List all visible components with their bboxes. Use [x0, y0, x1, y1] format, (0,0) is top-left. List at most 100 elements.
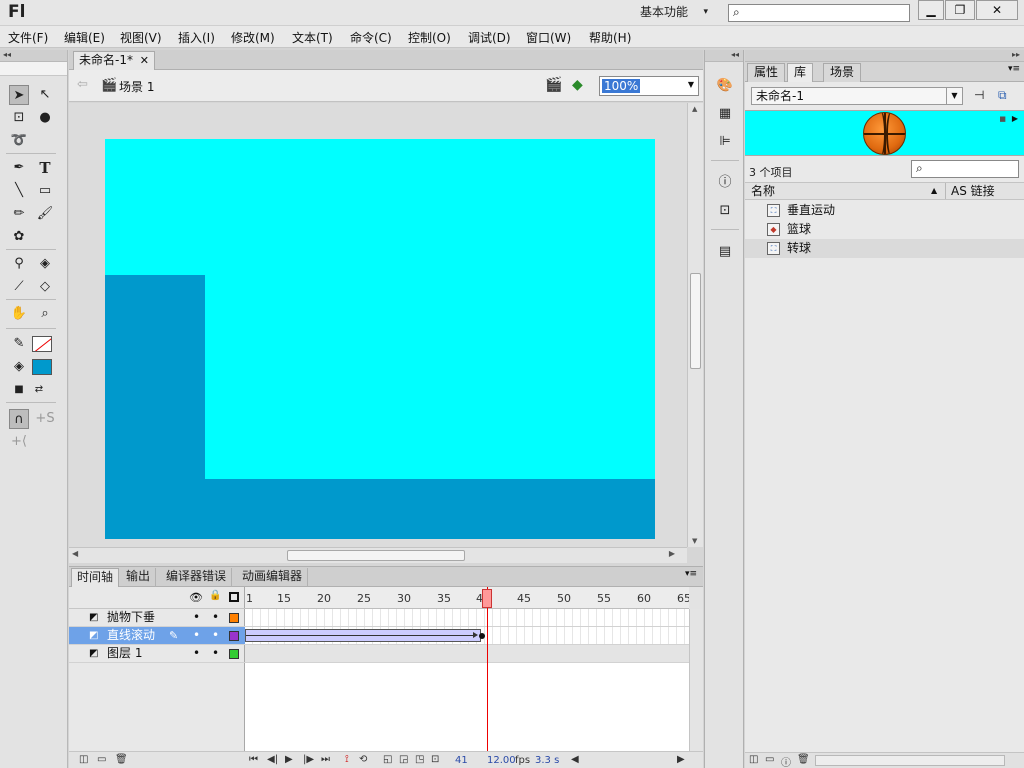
previous-frame-icon[interactable]: ◀| — [267, 754, 278, 765]
layer-color-swatch[interactable] — [229, 649, 239, 659]
lock-dot[interactable]: • — [212, 609, 219, 626]
loop-icon[interactable]: ⟲ — [359, 754, 367, 765]
scroll-left-icon[interactable]: ◀ — [72, 549, 78, 558]
tab-scene[interactable]: 场景 — [823, 63, 862, 82]
bone-tool-icon[interactable]: ⚲ — [9, 254, 29, 274]
edit-multiple-frames-icon[interactable]: ◳ — [415, 754, 424, 765]
new-layer-icon[interactable]: ◫ — [79, 754, 88, 765]
playhead[interactable] — [482, 589, 492, 608]
menu-text[interactable]: 文本(T) — [292, 29, 333, 46]
frame-grid[interactable]: 1 15 20 25 30 35 40 45 50 55 60 65 — [245, 587, 689, 751]
menu-edit[interactable]: 编辑(E) — [64, 29, 105, 46]
scroll-right-icon[interactable]: ▶ — [677, 754, 685, 765]
pasteboard[interactable] — [69, 103, 687, 547]
modify-markers-icon[interactable]: ⊡ — [431, 754, 439, 765]
layer-color-swatch[interactable] — [229, 613, 239, 623]
stage[interactable] — [105, 139, 655, 539]
delete-icon[interactable]: 🗑 — [797, 754, 810, 765]
menu-file[interactable]: 文件(F) — [8, 29, 48, 46]
column-divider[interactable] — [945, 183, 946, 199]
collapse-icon[interactable]: ◂◂ — [0, 50, 67, 62]
align-panel-icon[interactable]: ⊫ — [715, 132, 735, 152]
tab-motion-editor[interactable]: 动画编辑器 — [237, 568, 309, 587]
delete-layer-icon[interactable]: 🗑 — [115, 754, 128, 765]
lock-icon[interactable]: 🔒 — [209, 590, 221, 601]
free-transform-tool-icon[interactable]: ⊡ — [9, 108, 29, 128]
stroke-color-swatch[interactable] — [32, 336, 52, 352]
library-search-input[interactable]: ⌕ — [911, 160, 1019, 178]
first-frame-icon[interactable]: ⏮ — [249, 754, 258, 765]
back-arrow-icon[interactable]: ⇦ — [77, 77, 88, 92]
tab-properties[interactable]: 属性 — [747, 63, 786, 82]
edit-scene-icon[interactable]: 🎬 — [545, 77, 562, 93]
smooth-icon[interactable]: +S — [35, 409, 55, 429]
visibility-dot[interactable]: • — [193, 609, 200, 626]
info-panel-icon[interactable]: ⓘ — [715, 173, 735, 193]
scroll-right-icon[interactable]: ▶ — [669, 549, 675, 558]
scroll-left-icon[interactable]: ◀ — [571, 754, 579, 765]
new-folder-icon[interactable]: ▭ — [97, 754, 106, 765]
visibility-dot[interactable]: • — [193, 645, 200, 662]
library-item[interactable]: ◆ 篮球 — [745, 220, 1024, 239]
last-frame-icon[interactable]: ⏭ — [321, 754, 330, 765]
lock-dot[interactable]: • — [212, 645, 219, 662]
close-button[interactable]: ✕ — [976, 0, 1018, 20]
swap-colors-icon[interactable]: ⇄ — [29, 380, 49, 400]
pencil-tool-icon[interactable]: ✏ — [9, 204, 29, 224]
pen-tool-icon[interactable]: ✒ — [9, 158, 29, 178]
keyframe[interactable] — [479, 633, 485, 639]
black-white-icon[interactable]: ■ — [9, 380, 29, 400]
onion-skin-icon[interactable]: ◱ — [383, 754, 392, 765]
play-icon[interactable]: ▶ — [285, 754, 293, 765]
panel-expand-icon[interactable]: ▸▸ — [745, 50, 1024, 62]
column-linkage[interactable]: AS 链接 — [951, 183, 995, 199]
menu-modify[interactable]: 修改(M) — [231, 29, 275, 46]
scroll-up-icon[interactable]: ▲ — [692, 105, 697, 113]
library-item[interactable]: ⛶ 垂直运动 — [745, 201, 1024, 220]
scrollbar-thumb[interactable] — [690, 273, 701, 369]
brush-tool-icon[interactable]: 🖌 — [35, 204, 55, 224]
tab-timeline[interactable]: 时间轴 — [71, 568, 120, 587]
scrollbar-thumb[interactable] — [287, 550, 465, 561]
zoom-tool-icon[interactable]: ⌕ — [35, 304, 55, 324]
frame-ruler[interactable]: 1 15 20 25 30 35 40 45 50 55 60 65 — [245, 587, 689, 609]
components-panel-icon[interactable]: ▤ — [715, 242, 735, 262]
fill-color-swatch[interactable] — [32, 359, 52, 375]
visibility-dot[interactable]: • — [193, 627, 200, 644]
selection-tool-icon[interactable]: ➤ — [9, 85, 29, 105]
next-frame-icon[interactable]: |▶ — [303, 754, 314, 765]
layer-row[interactable]: ◩ 图层 1 • • — [69, 645, 245, 663]
color-panel-icon[interactable]: 🎨 — [715, 76, 735, 96]
edit-symbols-icon[interactable]: ◆ — [572, 77, 583, 93]
workspace-switcher[interactable]: 基本功能 ▾ — [634, 3, 714, 23]
new-symbol-icon[interactable]: ◫ — [749, 754, 758, 765]
menu-commands[interactable]: 命令(C) — [350, 29, 392, 46]
pin-library-icon[interactable]: ⊣ — [974, 88, 984, 102]
tab-output[interactable]: 输出 — [121, 568, 157, 587]
swatches-panel-icon[interactable]: ▦ — [715, 104, 735, 124]
layer-row[interactable]: ◩ 抛物下垂 • • — [69, 609, 245, 627]
panel-menu-icon[interactable]: ▾≡ — [685, 569, 697, 579]
menu-help[interactable]: 帮助(H) — [589, 29, 631, 46]
zoom-select[interactable]: 100% ▼ — [599, 76, 699, 96]
stage-horizontal-scrollbar[interactable]: ◀ ▶ — [69, 547, 687, 563]
tab-library[interactable]: 库 — [787, 63, 814, 82]
help-search-input[interactable]: ⌕ — [728, 4, 910, 22]
menu-control[interactable]: 控制(O) — [408, 29, 451, 46]
straighten-icon[interactable]: +⟨ — [9, 432, 29, 452]
snap-to-objects-icon[interactable]: ∩ — [9, 409, 29, 429]
3d-rotation-tool-icon[interactable]: ● — [35, 108, 55, 128]
scene-breadcrumb[interactable]: 场景 1 — [119, 78, 154, 95]
document-tab[interactable]: 未命名-1* ✕ — [73, 51, 155, 70]
expand-icon[interactable]: ◂◂ — [705, 50, 743, 62]
onion-outline-icon[interactable]: ◲ — [399, 754, 408, 765]
new-library-panel-icon[interactable]: ⧉ — [998, 88, 1007, 103]
stage-vertical-scrollbar[interactable]: ▲ ▼ — [687, 103, 703, 547]
motion-tween-span[interactable] — [245, 629, 481, 642]
scroll-down-icon[interactable]: ▼ — [692, 537, 697, 545]
stop-preview-icon[interactable]: ■ — [999, 115, 1006, 123]
lasso-tool-icon[interactable]: ➰ — [9, 131, 29, 151]
eye-icon[interactable]: 👁 — [189, 591, 203, 604]
layer-row[interactable]: ◩ 直线滚动 ✎ • • — [69, 627, 245, 645]
library-document-select[interactable]: 未命名-1 ▼ — [751, 87, 963, 105]
